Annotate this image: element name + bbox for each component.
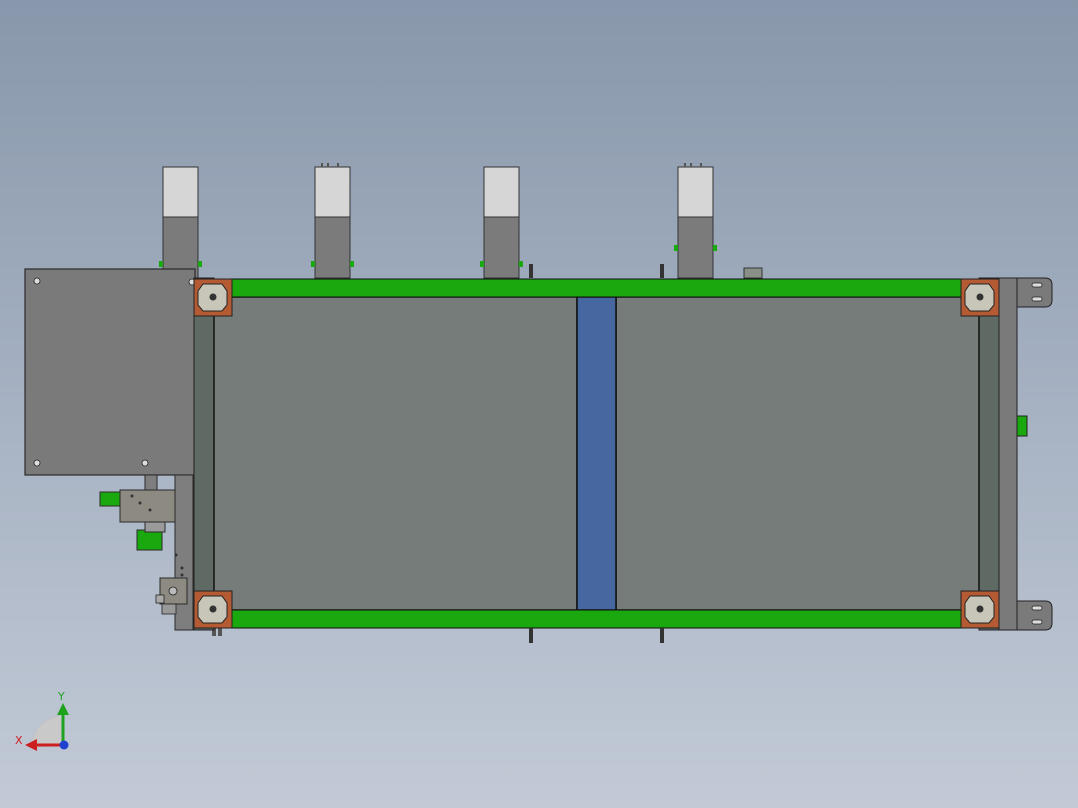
- bottom-beam[interactable]: [213, 609, 980, 629]
- side-sensor[interactable]: [1016, 415, 1028, 437]
- mount-bracket-top[interactable]: [1016, 277, 1053, 308]
- control-box[interactable]: [24, 268, 196, 476]
- sensor-column-3[interactable]: [480, 166, 523, 279]
- top-beam[interactable]: [213, 278, 980, 298]
- sensor-column-2[interactable]: [311, 163, 354, 279]
- mount-bracket-bottom[interactable]: [1016, 600, 1053, 631]
- top-cylinder: [743, 267, 763, 279]
- belt-panel-left[interactable]: [213, 296, 578, 611]
- bottom-pin: [660, 628, 664, 643]
- top-sensors: [159, 163, 763, 279]
- z-axis-dot-icon: [59, 740, 69, 750]
- top-pin: [529, 264, 533, 278]
- sensor-column-4[interactable]: [674, 163, 717, 279]
- corner-block-tl[interactable]: [193, 278, 233, 317]
- corner-block-bl[interactable]: [193, 590, 233, 629]
- corner-block-tr[interactable]: [960, 278, 1000, 317]
- graphics-viewport[interactable]: Y X: [0, 0, 1078, 808]
- model-canvas[interactable]: Y X: [0, 0, 1078, 808]
- orientation-triad: Y X: [15, 690, 69, 751]
- x-axis-label: X: [15, 734, 23, 747]
- y-axis-label: Y: [57, 690, 65, 703]
- conveyor-frame[interactable]: [193, 277, 1053, 643]
- corner-block-br[interactable]: [960, 590, 1000, 629]
- bottom-pin: [529, 628, 533, 643]
- center-divider[interactable]: [576, 296, 617, 611]
- belt-panel-right[interactable]: [615, 296, 980, 611]
- sensor-column-1[interactable]: [159, 166, 202, 279]
- top-pin: [660, 264, 664, 278]
